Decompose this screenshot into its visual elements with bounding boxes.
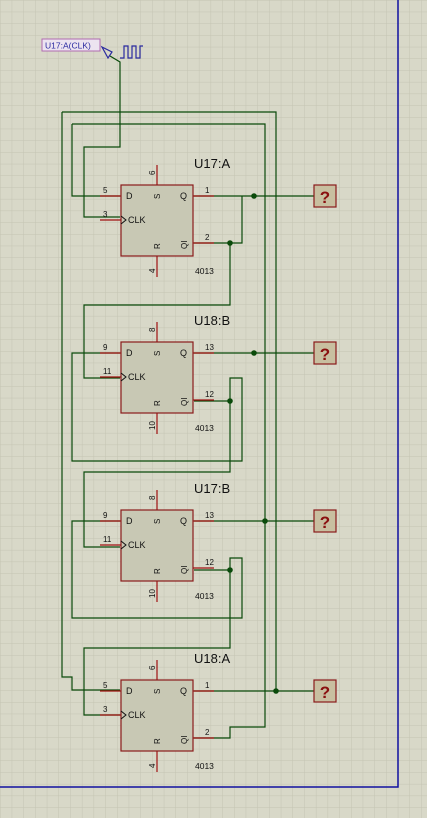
pin-number-clk: 3 xyxy=(103,210,108,219)
pin-number-qi: 2 xyxy=(205,233,210,242)
pin-number-r: 10 xyxy=(148,421,157,430)
label-r: R xyxy=(153,738,162,744)
pin-number-clk: 11 xyxy=(103,367,112,376)
label-s: S xyxy=(153,519,162,524)
chip-reference: U18:B xyxy=(194,313,230,328)
label-d: D xyxy=(126,516,133,526)
pin-number-s: 8 xyxy=(148,495,157,500)
logic-probe[interactable]: ? xyxy=(313,184,337,208)
label-clk: CLK xyxy=(128,215,146,225)
pin-number-clk: 3 xyxy=(103,705,108,714)
pin-number-qi: 12 xyxy=(205,390,214,399)
pin-number-s: 6 xyxy=(148,665,157,670)
chip-type: 4013 xyxy=(195,266,214,276)
schematic-canvas[interactable]: U17:A(CLK) D CLK Q S R QI 5 3 1 2 6 4 U1… xyxy=(0,0,427,818)
label-s: S xyxy=(153,351,162,356)
label-d: D xyxy=(126,348,133,358)
pin-number-clk: 11 xyxy=(103,535,112,544)
label-d: D xyxy=(126,191,133,201)
label-clk: CLK xyxy=(128,540,146,550)
label-qi: QI xyxy=(180,241,189,249)
pin-number-s: 6 xyxy=(148,170,157,175)
logic-probe[interactable]: ? xyxy=(313,509,337,533)
pin-number-qi: 12 xyxy=(205,558,214,567)
pin-number-q: 1 xyxy=(205,186,210,195)
label-clk: CLK xyxy=(128,372,146,382)
chip-type: 4013 xyxy=(195,423,214,433)
label-clk: CLK xyxy=(128,710,146,720)
grid xyxy=(0,0,427,818)
chip-type: 4013 xyxy=(195,591,214,601)
label-r: R xyxy=(153,243,162,249)
label-s: S xyxy=(153,689,162,694)
label-q: Q xyxy=(180,348,187,358)
pin-number-d: 9 xyxy=(103,343,108,352)
label-qi: QI xyxy=(180,736,189,744)
probe-symbol: ? xyxy=(320,345,330,364)
probe-symbol: ? xyxy=(320,188,330,207)
chip-reference: U17:A xyxy=(194,156,230,171)
label-s: S xyxy=(153,194,162,199)
pin-number-q: 1 xyxy=(205,681,210,690)
pin-number-s: 8 xyxy=(148,327,157,332)
pin-number-r: 4 xyxy=(148,268,157,273)
label-r: R xyxy=(153,568,162,574)
logic-probe[interactable]: ? xyxy=(313,341,337,365)
label-qi: QI xyxy=(180,398,189,406)
probe-symbol: ? xyxy=(320,683,330,702)
pin-number-q: 13 xyxy=(205,511,214,520)
pin-number-d: 5 xyxy=(103,681,108,690)
pin-number-d: 5 xyxy=(103,186,108,195)
chip-type: 4013 xyxy=(195,761,214,771)
pin-number-qi: 2 xyxy=(205,728,210,737)
label-d: D xyxy=(126,686,133,696)
label-q: Q xyxy=(180,516,187,526)
schematic-svg: U17:A(CLK) DCLKQSR QI531264U17:A4013DCLK… xyxy=(0,0,427,818)
label-r: R xyxy=(153,400,162,406)
probe-symbol: ? xyxy=(320,513,330,532)
pin-number-q: 13 xyxy=(205,343,214,352)
label-qi: QI xyxy=(180,566,189,574)
chip-reference: U17:B xyxy=(194,481,230,496)
chip-reference: U18:A xyxy=(194,651,230,666)
pin-number-d: 9 xyxy=(103,511,108,520)
clock-label: U17:A(CLK) xyxy=(45,41,91,51)
pin-number-r: 10 xyxy=(148,589,157,598)
logic-probe[interactable]: ? xyxy=(313,679,337,703)
pin-number-r: 4 xyxy=(148,763,157,768)
clock-waveform-icon xyxy=(120,45,143,59)
label-q: Q xyxy=(180,686,187,696)
label-q: Q xyxy=(180,191,187,201)
